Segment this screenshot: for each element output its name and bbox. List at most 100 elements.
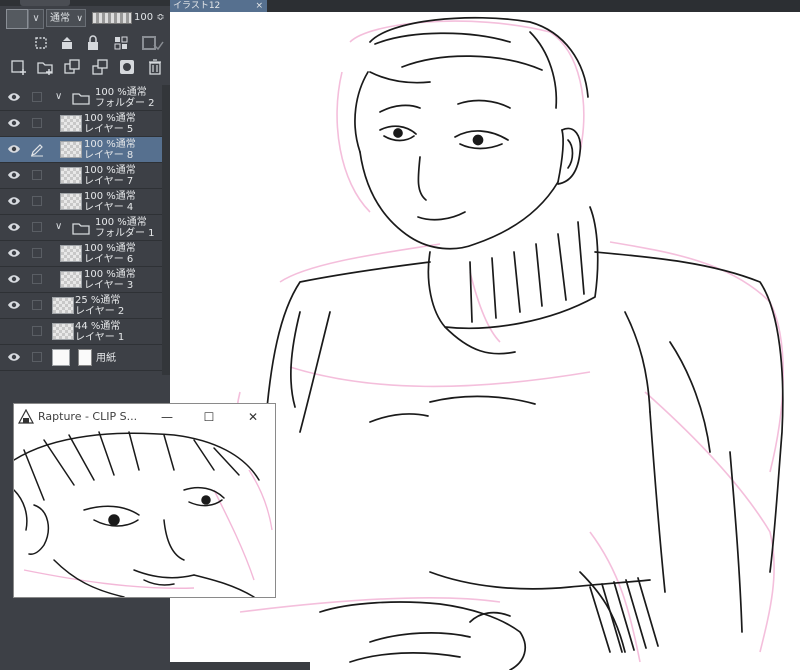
eye-icon[interactable] [7,195,21,207]
layer-lock-toolbar [0,34,170,56]
layer-thumbnail [52,297,74,314]
mask-icon[interactable] [112,34,130,52]
layer-row[interactable]: 25 %通常 レイヤー 2 [0,293,162,319]
layer-thumbnail [52,349,70,366]
layer-row[interactable]: 100 %通常 レイヤー 7 [0,163,162,189]
layer-opacity-blend: 100 %通常 [95,87,147,98]
layer-row[interactable]: 100 %通常 レイヤー 4 [0,189,162,215]
layer-select-checkbox[interactable] [32,248,42,258]
layer-thumbnail [60,245,82,262]
layer-row[interactable]: ∨ 100 %通常 フォルダー 2 [0,85,162,111]
layer-thumbnail [60,193,82,210]
layer-thumbnail [60,167,82,184]
layer-thumbnail [52,323,74,340]
layer-name: レイヤー 2 [75,306,125,317]
trash-icon[interactable] [146,58,164,76]
layer-select-checkbox[interactable] [32,326,42,336]
eye-icon[interactable] [7,351,21,363]
layer-opacity-blend: 100 %通常 [84,113,136,124]
eye-icon[interactable] [7,221,21,233]
layer-opacity-blend: 100 %通常 [84,139,136,150]
new-raster-layer-icon[interactable] [10,58,28,76]
canvas-tab-bar: イラスト12 × [170,0,800,12]
eye-icon[interactable] [7,169,21,181]
layer-row[interactable]: 100 %通常 レイヤー 6 [0,241,162,267]
merge-down-icon[interactable] [91,58,109,76]
lock-transparent-icon[interactable] [58,34,76,52]
layer-row[interactable]: 100 %通常 レイヤー 5 [0,111,162,137]
layer-select-checkbox[interactable] [32,170,42,180]
layer-row[interactable]: 100 %通常 レイヤー 3 [0,267,162,293]
layer-name: フォルダー 2 [95,98,155,109]
rapture-title-bar[interactable]: Rapture - CLIP S... — ☐ ✕ [14,404,275,430]
blend-mode-select[interactable]: 通常 ∨ [46,9,86,27]
folder-icon [72,90,90,105]
layer-opacity-blend: 100 %通常 [95,217,147,228]
layer-thumbnail [60,115,82,132]
layer-property-row: ∨ 通常 ∨ 100 ≎ [0,8,170,30]
layer-name: 用紙 [96,353,116,364]
swatch-dropdown[interactable]: ∨ [28,9,44,29]
panel-tab-layer[interactable] [20,0,70,6]
folder-expand-toggle[interactable]: ∨ [55,91,65,103]
lock-icon[interactable] [84,34,102,52]
rapture-window[interactable]: Rapture - CLIP S... — ☐ ✕ [13,403,276,598]
layer-select-checkbox[interactable] [32,300,42,310]
rice-ball-icon [18,409,34,424]
layer-select-checkbox[interactable] [32,196,42,206]
layer-name: レイヤー 6 [84,254,134,265]
opacity-value[interactable]: 100 ≎ [134,9,165,27]
new-folder-icon[interactable] [36,58,54,76]
pen-icon [30,142,44,157]
eye-icon[interactable] [7,299,21,311]
layer-thumbnail [60,271,82,288]
eye-icon[interactable] [7,91,21,103]
spinner-icon[interactable]: ≎ [156,12,164,23]
mask-add-icon[interactable] [118,58,136,76]
eye-hidden-icon[interactable] [7,325,21,337]
layer-color-swatch[interactable] [6,9,28,29]
close-button[interactable]: ✕ [244,408,262,426]
layer-opacity-blend: 100 %通常 [84,191,136,202]
blend-mode-value: 通常 [50,13,70,24]
layer-opacity-blend: 25 %通常 [75,295,121,306]
folder-icon [72,220,90,235]
chevron-down-icon: ∨ [76,14,83,24]
maximize-button[interactable]: ☐ [200,408,218,426]
rapture-zoom-view [14,430,275,597]
layer-select-checkbox[interactable] [32,92,42,102]
opacity-slider[interactable] [92,12,132,24]
layer-name: レイヤー 1 [75,332,125,343]
eye-icon[interactable] [7,273,21,285]
eye-icon[interactable] [7,247,21,259]
copy-layer-icon[interactable] [63,58,81,76]
close-icon[interactable]: × [255,0,263,12]
layer-row[interactable]: 44 %通常 レイヤー 1 [0,319,162,345]
canvas-status-strip [170,662,310,670]
layer-select-checkbox[interactable] [32,118,42,128]
layer-list-scrollbar[interactable] [162,85,170,375]
layer-opacity-blend: 100 %通常 [84,165,136,176]
layer-row[interactable]: ∨ 100 %通常 フォルダー 1 [0,215,162,241]
eye-icon[interactable] [7,117,21,129]
layer-row[interactable]: 用紙 [0,345,162,371]
layer-select-checkbox[interactable] [32,352,42,362]
layer-select-checkbox[interactable] [32,274,42,284]
layer-name: レイヤー 3 [84,280,134,291]
layer-opacity-blend: 100 %通常 [84,243,136,254]
layer-name: レイヤー 4 [84,202,134,213]
folder-expand-toggle[interactable]: ∨ [55,221,65,233]
layer-name: フォルダー 1 [95,228,155,239]
paper-icon [78,349,92,366]
clip-icon[interactable] [32,34,50,52]
zoomed-face-illustration [14,431,273,597]
layer-thumbnail [60,141,82,158]
canvas-tab[interactable]: イラスト12 × [170,0,267,12]
rapture-title: Rapture - CLIP S... [38,410,138,423]
layer-select-checkbox[interactable] [32,222,42,232]
layer-row[interactable]: 100 %通常 レイヤー 8 [0,137,162,163]
layer-action-toolbar [0,58,170,80]
eye-icon[interactable] [7,143,21,155]
ref-icon[interactable] [140,34,164,52]
minimize-button[interactable]: — [158,408,176,426]
